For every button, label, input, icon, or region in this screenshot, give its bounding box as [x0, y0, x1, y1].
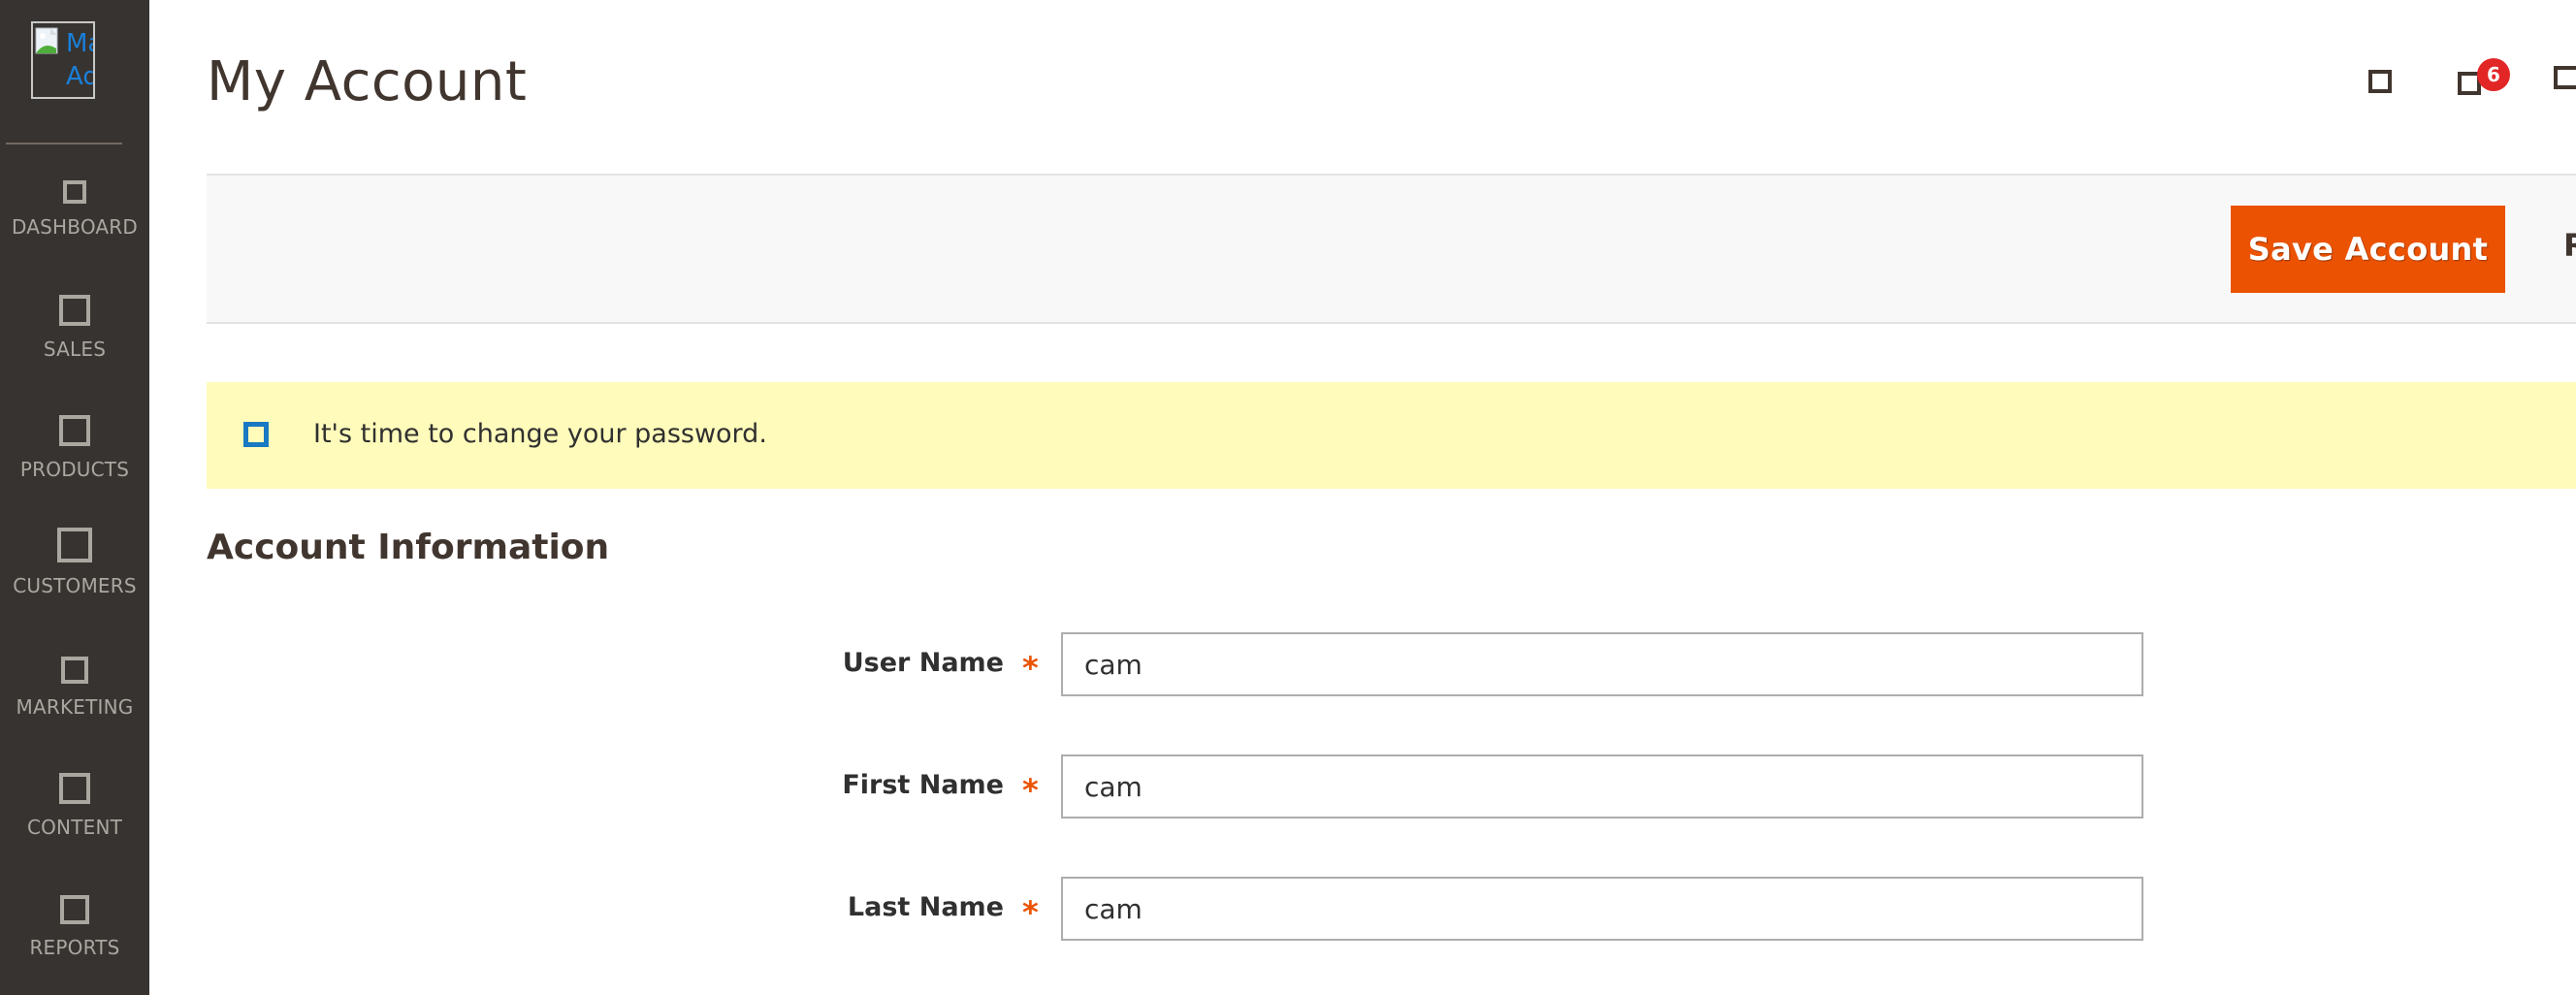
required-marker: *	[1022, 894, 1039, 931]
sidebar-item-reports[interactable]: REPORTS	[0, 895, 149, 959]
last-name-label: Last Name	[847, 892, 1004, 922]
reset-button[interactable]: Reset	[2563, 227, 2576, 264]
first-name-input[interactable]	[1061, 754, 2143, 818]
required-marker: *	[1022, 650, 1039, 687]
customers-icon	[57, 528, 92, 562]
user-name-input[interactable]	[1061, 632, 2143, 696]
user-name-label: User Name	[842, 648, 1004, 678]
notice-text: It's time to change your password.	[313, 419, 767, 449]
sidebar-item-content[interactable]: CONTENT	[0, 773, 149, 839]
page-actions-bar	[207, 176, 2576, 324]
info-icon	[243, 422, 269, 447]
sidebar-item-products[interactable]: PRODUCTS	[0, 415, 149, 481]
admin-logo[interactable]: Ma Ad	[31, 21, 95, 99]
logo-alt-text: Ma	[66, 29, 93, 58]
sidebar-item-sales[interactable]: SALES	[0, 295, 149, 361]
page-title: My Account	[207, 50, 528, 113]
sidebar-item-label: DASHBOARD	[11, 215, 138, 239]
products-icon	[59, 415, 90, 446]
marketing-icon	[61, 657, 88, 684]
sidebar-item-dashboard[interactable]: DASHBOARD	[0, 180, 149, 239]
last-name-input[interactable]	[1061, 877, 2143, 941]
first-name-label: First Name	[842, 770, 1004, 800]
sidebar-divider	[6, 143, 122, 144]
sidebar-item-label: CONTENT	[26, 816, 123, 839]
broken-image-icon	[35, 27, 58, 54]
logo-alt-text: Ad	[66, 62, 93, 91]
sidebar-item-label: MARKETING	[16, 695, 134, 719]
user-account-icon[interactable]	[2554, 66, 2576, 89]
password-change-notice: It's time to change your password.	[207, 382, 2576, 489]
sidebar-item-label: CUSTOMERS	[13, 574, 137, 597]
required-marker: *	[1022, 772, 1039, 809]
sidebar-item-marketing[interactable]: MARKETING	[0, 657, 149, 719]
reports-icon	[60, 895, 89, 924]
dashboard-icon	[63, 180, 86, 204]
search-icon[interactable]	[2368, 70, 2392, 93]
sidebar-item-customers[interactable]: CUSTOMERS	[0, 528, 149, 597]
save-account-button[interactable]: Save Account	[2231, 206, 2505, 293]
sidebar-item-label: REPORTS	[29, 936, 120, 959]
admin-sidebar: Ma Ad DASHBOARD SALES PRODUCTS CUSTOMERS…	[0, 0, 149, 995]
sales-icon	[59, 295, 90, 326]
sidebar-item-label: PRODUCTS	[19, 458, 130, 481]
section-title: Account Information	[207, 528, 610, 567]
sidebar-item-label: SALES	[43, 337, 107, 361]
content-icon	[59, 773, 90, 804]
notifications-count-badge[interactable]: 6	[2477, 58, 2510, 91]
